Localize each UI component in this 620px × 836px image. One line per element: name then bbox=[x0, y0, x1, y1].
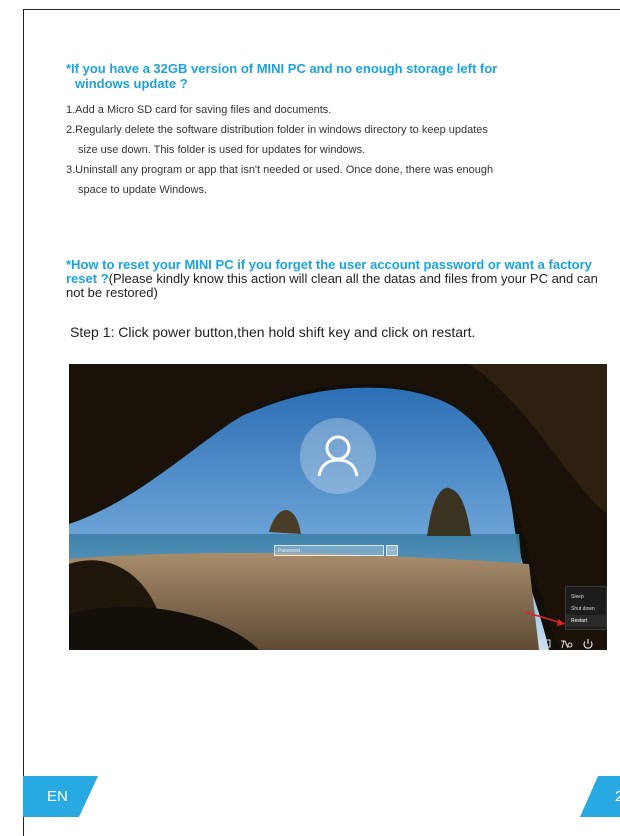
tip-item-2: 2.Regularly delete the software distribu… bbox=[66, 120, 606, 160]
power-menu-item-shutdown[interactable]: Shut down bbox=[566, 603, 606, 615]
page-number: 2 bbox=[615, 788, 620, 805]
tip-item-3: 3.Uninstall any program or app that isn'… bbox=[66, 160, 606, 200]
tip-item-1-text: 1.Add a Micro SD card for saving files a… bbox=[66, 104, 332, 116]
tip-item-3-continuation: space to update Windows. bbox=[78, 184, 208, 196]
power-icon[interactable] bbox=[583, 639, 593, 649]
user-avatar-circle bbox=[300, 418, 376, 494]
reset-heading-note: (Please kindly know this action will cle… bbox=[66, 271, 598, 300]
lockscreen-screenshot: Password → Sleep Shut down Restart bbox=[69, 364, 607, 650]
storage-tips-section: *If you have a 32GB version of MINI PC a… bbox=[66, 61, 606, 200]
power-menu-item-sleep[interactable]: Sleep bbox=[566, 591, 606, 603]
tip-item-2-continuation: size use down. This folder is used for u… bbox=[78, 144, 366, 156]
lockscreen-taskbar-icons bbox=[537, 638, 607, 650]
language-tab: EN bbox=[23, 776, 98, 817]
language-label: EN bbox=[47, 788, 68, 805]
password-input[interactable]: Password bbox=[274, 545, 384, 556]
page-number-tab: 2 bbox=[580, 776, 620, 817]
tip-item-1: 1.Add a Micro SD card for saving files a… bbox=[66, 100, 606, 120]
storage-tip-list: 1.Add a Micro SD card for saving files a… bbox=[66, 100, 606, 200]
storage-heading-line1: *If you have a 32GB version of MINI PC a… bbox=[66, 61, 498, 76]
password-submit-button[interactable]: → bbox=[386, 545, 398, 556]
reset-section: *How to reset your MINI PC if you forget… bbox=[66, 258, 618, 300]
storage-heading: *If you have a 32GB version of MINI PC a… bbox=[66, 61, 606, 91]
accessibility-icon[interactable] bbox=[561, 640, 573, 649]
step-1-instruction: Step 1: Click power button,then hold shi… bbox=[70, 324, 476, 340]
network-icon[interactable] bbox=[540, 639, 551, 650]
lockscreen-background bbox=[69, 364, 607, 650]
power-menu-item-restart[interactable]: Restart bbox=[566, 615, 606, 627]
storage-heading-line2: windows update ? bbox=[75, 76, 188, 91]
reset-heading: *How to reset your MINI PC if you forget… bbox=[66, 258, 618, 300]
power-menu: Sleep Shut down Restart bbox=[565, 586, 607, 630]
tip-item-2-text: 2.Regularly delete the software distribu… bbox=[66, 124, 488, 136]
tip-item-3-text: 3.Uninstall any program or app that isn'… bbox=[66, 164, 494, 176]
page-number-tab-shape bbox=[580, 776, 620, 817]
